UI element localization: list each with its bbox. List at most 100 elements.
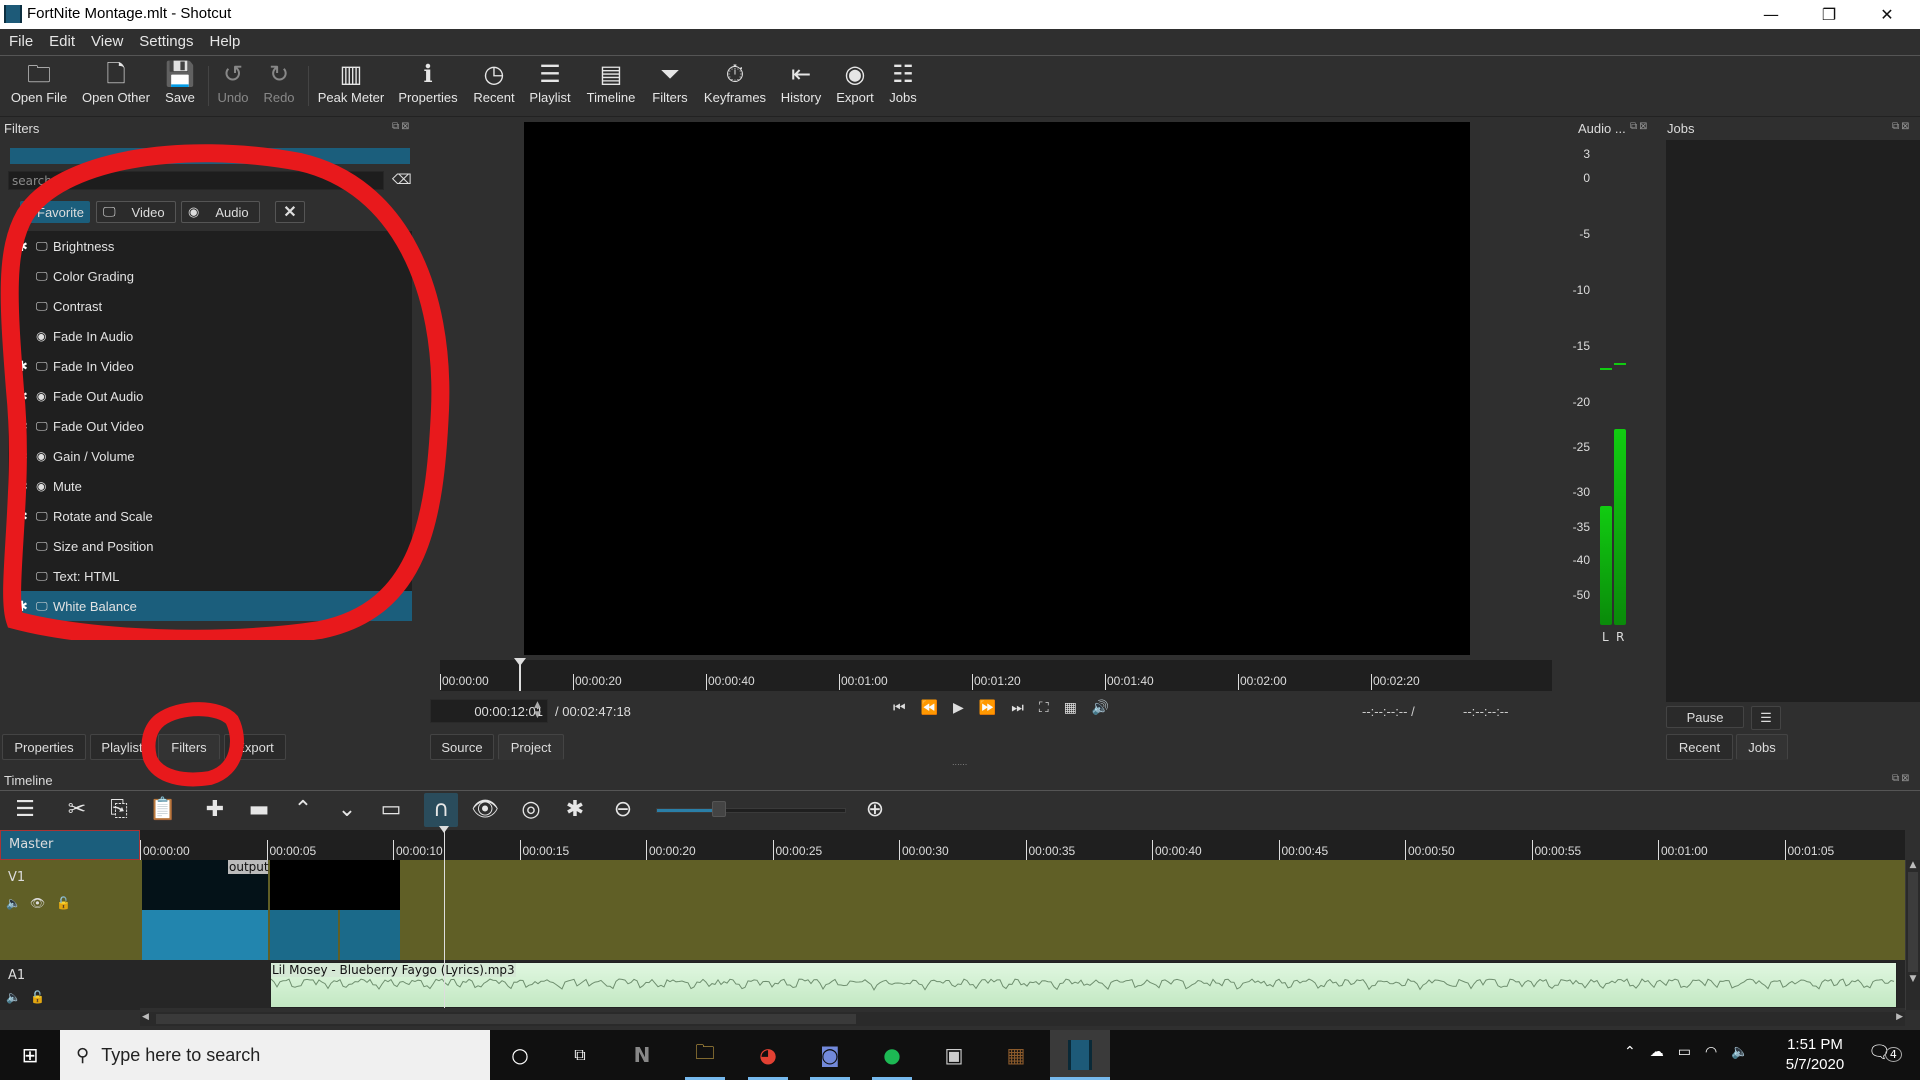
remove-icon[interactable]: ▬ — [244, 797, 274, 822]
tab-audio[interactable]: ◉ Audio — [181, 201, 260, 223]
timeline-menu-icon[interactable]: ☰ — [10, 797, 40, 822]
close-filter-list-button[interactable]: ✕ — [275, 201, 305, 223]
filter-item[interactable]: ✱ ◉ Fade Out Audio — [8, 381, 412, 411]
action-center-icon[interactable]: 🗨4 — [1868, 1042, 1902, 1063]
peak-meter-button[interactable]: ▥ Peak Meter — [316, 60, 386, 105]
tab-properties[interactable]: Properties — [2, 734, 86, 760]
filter-item[interactable]: ✱ ◉ Gain / Volume — [8, 441, 412, 471]
paste-icon[interactable]: 📋 — [148, 797, 178, 822]
v1-track[interactable]: output — [140, 860, 1905, 960]
playlist-button[interactable]: ☰ Playlist — [526, 60, 574, 105]
zoom-out-icon[interactable]: ⊖ — [608, 797, 638, 822]
recent-button[interactable]: ◷ Recent — [470, 60, 518, 105]
play-icon[interactable]: ▶ — [953, 700, 979, 716]
menu-edit[interactable]: Edit — [40, 29, 82, 50]
splitter-handle[interactable]: ...... — [952, 758, 967, 767]
favorite-star-icon[interactable]: ✱ — [8, 448, 36, 465]
black-clip[interactable] — [270, 860, 400, 910]
scrub-eye-icon[interactable]: 👁 — [470, 797, 500, 822]
favorite-star-icon[interactable]: ✱ — [8, 508, 36, 525]
open-other-button[interactable]: 🗋 Open Other — [80, 60, 152, 105]
tab-project[interactable]: Project — [498, 734, 564, 760]
lift-icon[interactable]: ⌃ — [288, 797, 318, 822]
filter-item[interactable]: 🖵 Contrast — [8, 291, 412, 321]
append-icon[interactable]: ✚ — [200, 797, 230, 822]
vertical-scrollbar[interactable]: ▲ ▼ — [1905, 860, 1920, 1010]
tray-chevron-icon[interactable]: ⌃ — [1624, 1044, 1650, 1060]
overwrite-icon[interactable]: ⌄ — [332, 797, 362, 822]
filter-item[interactable]: ✱ 🖵 Fade Out Video — [8, 411, 412, 441]
favorite-star-icon[interactable]: ✱ — [8, 598, 36, 615]
menu-help[interactable]: Help — [200, 29, 247, 50]
tab-export[interactable]: Export — [224, 734, 286, 760]
video-clip-audio-waveform[interactable] — [142, 910, 268, 960]
copy-icon[interactable]: ⎘ — [104, 797, 134, 822]
task-view-icon[interactable]: ⧉ — [560, 1039, 600, 1071]
menu-settings[interactable]: Settings — [130, 29, 200, 50]
clip-segment[interactable] — [340, 910, 400, 960]
cortana-icon[interactable]: ○ — [500, 1039, 540, 1071]
favorite-star-icon[interactable]: ✱ — [8, 238, 36, 255]
unlock-icon[interactable]: 🔓 — [30, 990, 45, 1004]
properties-button[interactable]: ℹ Properties — [396, 60, 460, 105]
filter-item[interactable]: ✱ 🖵 Brightness — [8, 231, 412, 261]
tab-filters[interactable]: Filters — [158, 734, 220, 760]
filter-item[interactable]: 🖵 Size and Position — [8, 531, 412, 561]
timeline-dock-buttons[interactable]: ⧉⊠ — [1892, 773, 1912, 784]
mute-icon[interactable]: 🔈 — [6, 896, 21, 910]
app-n-icon[interactable]: N — [622, 1039, 662, 1071]
favorite-star-icon[interactable]: ✱ — [8, 358, 36, 375]
filter-item[interactable]: 🖵 Color Grading — [8, 261, 412, 291]
timecode-spinner-arrows[interactable]: ▲ ▼ — [534, 700, 541, 720]
filter-item[interactable]: ✱ 🖵 Rotate and Scale — [8, 501, 412, 531]
a1-track[interactable]: Lil Mosey - Blueberry Faygo (Lyrics).mp3 — [140, 960, 1905, 1008]
horizontal-scrollbar[interactable]: ◀ ▶ — [140, 1012, 1905, 1026]
file-explorer-icon[interactable]: 🗀 — [685, 1039, 725, 1071]
snap-magnet-icon[interactable]: ∩ — [424, 793, 458, 827]
timeline-playhead[interactable] — [444, 826, 445, 1008]
video-viewer[interactable] — [524, 122, 1470, 655]
player-ruler[interactable]: 00:00:00 00:00:20 00:00:40 00:01:00 00:01:20… — [440, 660, 1552, 691]
tab-source[interactable]: Source — [430, 734, 494, 760]
zoom-slider-handle[interactable] — [712, 801, 727, 817]
speaker-icon[interactable]: 🔈 — [1731, 1044, 1762, 1060]
unlock-icon[interactable]: 🔓 — [56, 896, 71, 910]
skip-next-icon[interactable]: ⏭ — [1011, 700, 1039, 716]
taskbar-search-input[interactable]: ⚲ Type here to search — [60, 1030, 490, 1080]
open-file-button[interactable]: 🗀 Open File — [8, 60, 70, 105]
menu-file[interactable]: File — [0, 29, 40, 50]
windows-start-icon[interactable]: ⊞ — [10, 1039, 50, 1071]
grid-icon[interactable]: ▦ — [1064, 700, 1092, 716]
filters-button[interactable]: ⏷ Filters — [648, 60, 692, 105]
undo-button[interactable]: ↺ Undo — [214, 60, 252, 105]
tab-jobs[interactable]: Jobs — [1736, 734, 1788, 760]
filter-item[interactable]: ✱ ◉ Mute — [8, 471, 412, 501]
jobs-dock-buttons[interactable]: ⧉⊠ — [1892, 121, 1912, 132]
mute-icon[interactable]: 🔈 — [6, 990, 21, 1004]
audio-dock-buttons[interactable]: ⧉⊠ — [1630, 121, 1650, 132]
jobs-button[interactable]: ☷ Jobs — [884, 60, 922, 105]
keyframes-button[interactable]: ⏱ Keyframes — [700, 60, 770, 105]
ripple-icon[interactable]: ◎ — [516, 797, 546, 822]
filter-item[interactable]: ◉ Fade In Audio — [8, 321, 412, 351]
battery-icon[interactable]: ▭ — [1678, 1044, 1705, 1060]
clear-search-icon[interactable]: ⌫ — [392, 172, 412, 188]
filter-item[interactable]: ✱ 🖵 Fade In Video — [8, 351, 412, 381]
close-button[interactable]: ✕ — [1858, 0, 1916, 29]
fast-forward-icon[interactable]: ⏩ — [979, 700, 1011, 716]
zoom-fit-icon[interactable]: ⛶ — [1039, 700, 1064, 716]
minimize-button[interactable]: — — [1742, 0, 1800, 29]
onedrive-icon[interactable]: ☁ — [1650, 1044, 1678, 1060]
discord-icon[interactable]: ◙ — [810, 1039, 850, 1071]
spotify-icon[interactable]: ● — [872, 1039, 912, 1071]
redo-button[interactable]: ↻ Redo — [260, 60, 298, 105]
master-track-header[interactable]: Master — [0, 830, 140, 860]
favorite-star-icon[interactable]: ✱ — [8, 478, 36, 495]
shotcut-taskbar-button[interactable] — [1050, 1030, 1110, 1080]
favorite-star-icon[interactable]: ✱ — [8, 388, 36, 405]
filter-search-input[interactable]: search — [8, 171, 384, 190]
volume-icon[interactable]: 🔊 — [1092, 700, 1124, 716]
clip-segment[interactable] — [270, 910, 338, 960]
v1-track-header[interactable]: V1 🔈 👁 🔓 — [0, 860, 140, 960]
menu-view[interactable]: View — [82, 29, 130, 50]
